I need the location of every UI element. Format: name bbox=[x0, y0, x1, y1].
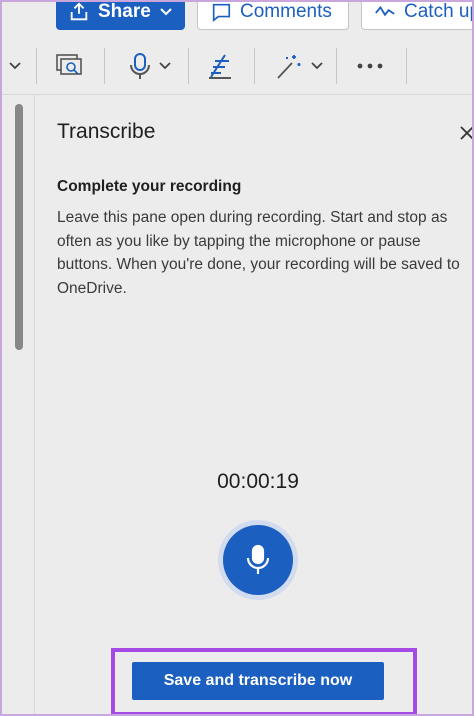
document-scrollbar[interactable] bbox=[15, 104, 23, 350]
ribbon-toolbar bbox=[0, 38, 474, 95]
record-button-ring bbox=[218, 520, 298, 600]
ribbon-divider bbox=[254, 48, 255, 84]
top-action-bar: Share Comments Catch up bbox=[0, 0, 474, 36]
save-and-transcribe-button[interactable]: Save and transcribe now bbox=[132, 662, 384, 700]
pane-divider bbox=[34, 95, 35, 716]
recording-timer: 00:00:19 bbox=[217, 470, 299, 493]
pane-title: Transcribe bbox=[57, 120, 156, 143]
comments-label: Comments bbox=[240, 1, 332, 22]
catch-up-button[interactable]: Catch up bbox=[361, 0, 474, 30]
designer-button[interactable] bbox=[270, 38, 328, 94]
recording-instructions: Leave this pane open during recording. S… bbox=[57, 209, 460, 297]
dictate-button[interactable] bbox=[120, 38, 180, 94]
comment-icon bbox=[212, 3, 231, 22]
ribbon-divider bbox=[36, 48, 37, 84]
ribbon-divider bbox=[188, 48, 189, 84]
editor-icon bbox=[209, 54, 231, 79]
share-label: Share bbox=[98, 1, 151, 22]
focus-view-icon bbox=[56, 54, 82, 75]
ribbon-divider bbox=[104, 48, 105, 84]
pulse-icon bbox=[375, 5, 395, 17]
share-icon bbox=[70, 2, 88, 21]
chevron-down-icon bbox=[159, 62, 171, 70]
ribbon-divider bbox=[406, 48, 407, 84]
chevron-down-icon bbox=[311, 62, 323, 70]
more-icon bbox=[357, 63, 383, 69]
ribbon-divider bbox=[336, 48, 337, 84]
recording-subtitle: Complete your recording bbox=[57, 178, 242, 195]
ribbon-overflow-chevron[interactable] bbox=[4, 38, 26, 94]
record-microphone-button[interactable] bbox=[223, 525, 293, 595]
chevron-down-icon bbox=[9, 62, 21, 70]
chevron-down-icon bbox=[160, 8, 172, 16]
catch-up-label: Catch up bbox=[404, 1, 474, 22]
share-button[interactable]: Share bbox=[56, 0, 185, 30]
dictate-mic-icon bbox=[130, 53, 150, 79]
more-options-button[interactable] bbox=[350, 38, 390, 94]
editor-button[interactable] bbox=[200, 38, 240, 94]
microphone-icon bbox=[246, 544, 270, 574]
comments-button[interactable]: Comments bbox=[197, 0, 349, 30]
close-icon[interactable] bbox=[456, 122, 474, 144]
screenshot-border bbox=[0, 0, 474, 716]
focus-view-button[interactable] bbox=[50, 38, 88, 94]
designer-icon bbox=[277, 55, 301, 79]
